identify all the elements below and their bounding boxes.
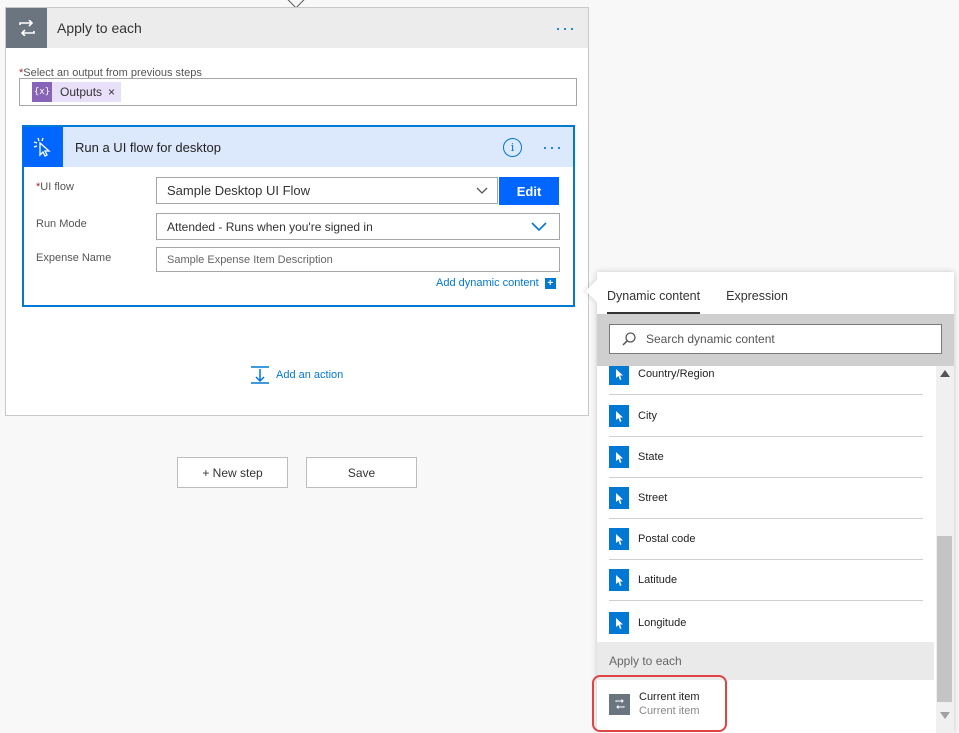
outputs-token[interactable]: {x} Outputs × bbox=[32, 82, 122, 102]
expense-name-label: Expense Name bbox=[36, 252, 112, 264]
token-label: Outputs bbox=[60, 85, 103, 99]
new-step-button[interactable]: + New step bbox=[177, 457, 288, 488]
tab-dynamic-content[interactable]: Dynamic content bbox=[607, 289, 701, 314]
list-item[interactable]: Postal code bbox=[609, 519, 923, 560]
list-item[interactable]: Country/Region bbox=[609, 366, 923, 395]
add-action-icon bbox=[251, 366, 269, 384]
ui-flow-output-icon bbox=[609, 611, 629, 634]
info-icon[interactable]: i bbox=[503, 137, 523, 157]
flyout-scrollbar[interactable] bbox=[936, 366, 954, 733]
add-action-label: Add an action bbox=[276, 369, 344, 381]
current-item-highlight bbox=[592, 675, 727, 732]
scroll-up-icon[interactable] bbox=[940, 370, 950, 377]
ui-flow-header[interactable]: Run a UI flow for desktop i ··· bbox=[23, 127, 573, 167]
ui-flow-selected-value: Sample Desktop UI Flow bbox=[167, 183, 311, 198]
list-item-label: State bbox=[638, 451, 664, 463]
ui-flow-output-icon bbox=[609, 366, 629, 385]
list-item-label: Country/Region bbox=[638, 368, 715, 380]
outputs-input[interactable]: {x} Outputs × bbox=[19, 78, 577, 106]
dynamic-content-flyout: Dynamic content Expression Country/Regio… bbox=[597, 272, 954, 733]
search-icon bbox=[622, 332, 636, 346]
ui-flow-output-icon bbox=[609, 487, 629, 509]
edit-button[interactable]: Edit bbox=[499, 177, 559, 205]
run-mode-label: Run Mode bbox=[36, 218, 87, 230]
expense-name-input[interactable]: Sample Expense Item Description bbox=[156, 247, 560, 272]
search-dynamic-content-input[interactable] bbox=[646, 332, 926, 346]
list-item[interactable]: State bbox=[609, 437, 923, 478]
search-box[interactable] bbox=[609, 324, 942, 354]
chevron-down-icon bbox=[467, 187, 497, 195]
expression-icon: {x} bbox=[32, 82, 52, 102]
ui-flow-output-icon bbox=[609, 446, 629, 468]
add-action-link[interactable]: Add an action bbox=[250, 366, 343, 384]
add-dynamic-content-link[interactable]: Add dynamic content + bbox=[436, 277, 556, 289]
flyout-tabs: Dynamic content Expression bbox=[597, 272, 954, 314]
list-item-label: Street bbox=[638, 492, 668, 504]
remove-token-icon[interactable]: × bbox=[108, 85, 115, 99]
list-item[interactable]: Latitude bbox=[609, 560, 923, 601]
add-dynamic-content-label: Add dynamic content bbox=[436, 277, 539, 289]
list-item-label: City bbox=[638, 410, 657, 422]
list-item-label: Postal code bbox=[638, 533, 696, 545]
run-mode-selected-value: Attended - Runs when you're signed in bbox=[167, 219, 373, 234]
ui-flow-dropdown[interactable]: Sample Desktop UI Flow bbox=[156, 177, 498, 204]
run-mode-dropdown[interactable]: Attended - Runs when you're signed in bbox=[156, 213, 560, 240]
apply-to-each-card: Apply to each ··· *Select an output from… bbox=[5, 7, 589, 416]
save-button[interactable]: Save bbox=[306, 457, 417, 488]
apply-to-each-title: Apply to each bbox=[57, 20, 142, 36]
more-options-icon[interactable]: ··· bbox=[555, 19, 576, 37]
ui-flow-label-text: UI flow bbox=[40, 181, 74, 193]
list-item[interactable]: Longitude bbox=[609, 602, 923, 643]
loop-icon bbox=[6, 8, 47, 48]
chevron-down-icon bbox=[519, 222, 559, 231]
ui-flow-cursor-icon bbox=[23, 127, 63, 167]
tab-expression[interactable]: Expression bbox=[726, 289, 788, 314]
scroll-down-icon[interactable] bbox=[940, 712, 950, 719]
ui-flow-title: Run a UI flow for desktop bbox=[75, 139, 221, 155]
apply-to-each-header[interactable]: Apply to each ··· bbox=[6, 8, 588, 48]
list-item-label: Longitude bbox=[638, 616, 687, 629]
ui-flow-output-icon bbox=[609, 569, 629, 591]
list-item-label: Latitude bbox=[638, 574, 678, 586]
ui-flow-output-icon bbox=[609, 405, 629, 427]
list-item[interactable]: City bbox=[609, 396, 923, 437]
list-item[interactable]: Street bbox=[609, 478, 923, 519]
search-band bbox=[597, 314, 954, 366]
ui-flow-field-label: *UI flow bbox=[36, 181, 74, 193]
ui-flow-output-icon bbox=[609, 528, 629, 550]
plus-icon: + bbox=[544, 277, 556, 289]
more-options-icon[interactable]: ··· bbox=[542, 138, 563, 156]
ui-flow-action-card: Run a UI flow for desktop i ··· *UI flow… bbox=[22, 125, 575, 307]
scrollbar-thumb[interactable] bbox=[937, 536, 952, 702]
